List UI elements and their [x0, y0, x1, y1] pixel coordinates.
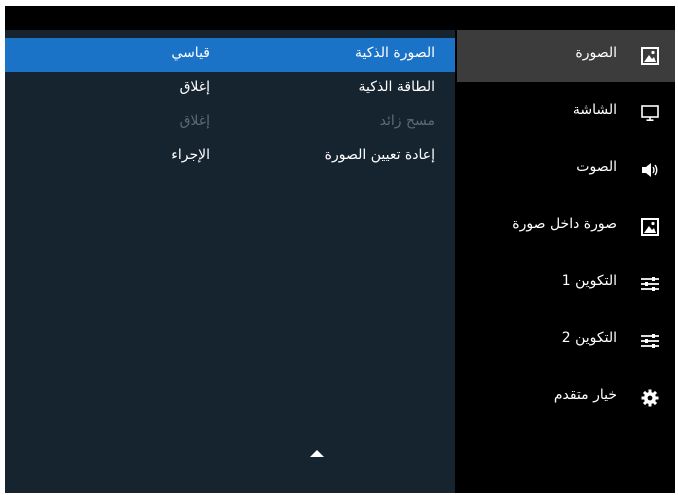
scroll-up-arrow-icon[interactable]	[310, 450, 324, 457]
screen-frame: الصورة الذكية قياسي الطاقة الذكية إغلاق …	[0, 0, 678, 495]
setting-name: إعادة تعيين الصورة	[324, 147, 435, 163]
sliders-icon	[641, 277, 659, 291]
settings-panel: الصورة الذكية قياسي الطاقة الذكية إغلاق …	[5, 30, 455, 493]
menu-item-advanced-option[interactable]: خيار متقدم	[457, 372, 675, 424]
setting-name: الصورة الذكية	[355, 45, 435, 61]
menu-item-label: الصورة	[575, 45, 617, 61]
monitor-icon	[641, 105, 659, 122]
main-menu: الصورة الشاشة الصوت صورة داخل صورة التكو…	[457, 30, 675, 493]
pip-icon	[641, 218, 659, 236]
setting-name: مسح زائد	[379, 113, 435, 129]
menu-item-label: الصوت	[576, 159, 617, 175]
setting-value: إغلاق	[179, 79, 210, 95]
sliders-icon	[641, 334, 659, 348]
osd-window: الصورة الذكية قياسي الطاقة الذكية إغلاق …	[5, 6, 675, 493]
speaker-icon	[642, 163, 658, 177]
menu-item-pip[interactable]: صورة داخل صورة	[457, 201, 675, 253]
menu-item-label: الشاشة	[572, 102, 617, 118]
menu-item-configuration-1[interactable]: التكوين 1	[457, 258, 675, 310]
setting-row-picture-reset[interactable]: إعادة تعيين الصورة الإجراء	[5, 140, 455, 174]
setting-value: قياسي	[171, 45, 210, 61]
menu-item-label: صورة داخل صورة	[512, 216, 617, 232]
menu-item-screen[interactable]: الشاشة	[457, 87, 675, 139]
menu-item-audio[interactable]: الصوت	[457, 144, 675, 196]
setting-value: إغلاق	[179, 113, 210, 129]
menu-item-label: خيار متقدم	[553, 387, 617, 403]
menu-item-label: التكوين 1	[561, 273, 617, 289]
setting-row-smart-picture[interactable]: الصورة الذكية قياسي	[5, 38, 455, 72]
setting-name: الطاقة الذكية	[358, 79, 435, 95]
gear-icon	[641, 389, 659, 407]
setting-value: الإجراء	[171, 147, 210, 163]
menu-item-configuration-2[interactable]: التكوين 2	[457, 315, 675, 367]
menu-item-label: التكوين 2	[561, 330, 617, 346]
picture-icon	[641, 47, 659, 65]
setting-row-overscan: مسح زائد إغلاق	[5, 106, 455, 140]
setting-row-smart-power[interactable]: الطاقة الذكية إغلاق	[5, 72, 455, 106]
menu-item-picture[interactable]: الصورة	[457, 30, 675, 82]
